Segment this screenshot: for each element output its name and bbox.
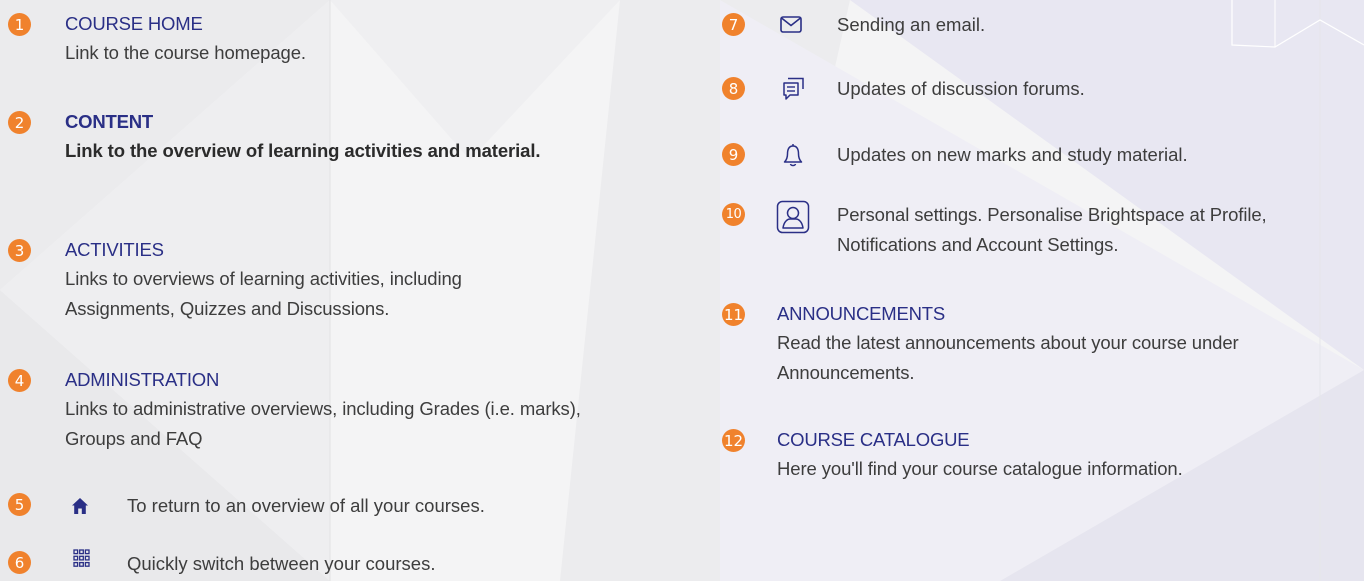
course-home-title[interactable]: COURSE HOME <box>65 10 585 38</box>
bell-icon[interactable] <box>783 142 803 168</box>
profile-icon[interactable] <box>776 200 810 234</box>
badge-11: 11 <box>722 303 745 326</box>
envelope-icon[interactable] <box>780 16 802 33</box>
badge-10: 10 <box>722 203 745 226</box>
announcements-title[interactable]: ANNOUNCEMENTS <box>777 300 1297 328</box>
discussions-desc: Updates of discussion forums. <box>837 78 1085 99</box>
course-switch-desc: Quickly switch between your courses. <box>127 553 436 574</box>
activities-desc: Links to overviews of learning activitie… <box>65 268 462 319</box>
notifications-desc: Updates on new marks and study material. <box>837 144 1188 165</box>
home-desc: To return to an overview of all your cou… <box>127 495 485 516</box>
email-desc: Sending an email. <box>837 14 986 35</box>
course-catalogue-desc: Here you'll find your course catalogue i… <box>777 458 1183 479</box>
chat-icon[interactable] <box>781 77 805 103</box>
administration-title[interactable]: ADMINISTRATION <box>65 366 585 394</box>
announcements-desc: Read the latest announcements about your… <box>777 332 1239 383</box>
badge-7: 7 <box>722 13 745 36</box>
personal-settings-desc: Personal settings. Personalise Brightspa… <box>837 204 1267 255</box>
badge-4: 4 <box>8 369 31 392</box>
badge-3: 3 <box>8 239 31 262</box>
badge-9: 9 <box>722 143 745 166</box>
grid-icon[interactable] <box>73 549 90 574</box>
badge-5: 5 <box>8 493 31 516</box>
content-desc: Link to the overview of learning activit… <box>65 140 541 161</box>
administration-desc: Links to administrative overviews, inclu… <box>65 398 581 449</box>
badge-2: 2 <box>8 111 31 134</box>
badge-8: 8 <box>722 77 745 100</box>
home-icon[interactable] <box>71 497 89 515</box>
badge-6: 6 <box>8 551 31 574</box>
activities-title[interactable]: ACTIVITIES <box>65 236 575 264</box>
badge-1: 1 <box>8 13 31 36</box>
content-title[interactable]: CONTENT <box>65 108 565 136</box>
course-catalogue-title[interactable]: COURSE CATALOGUE <box>777 426 1317 454</box>
course-home-desc: Link to the course homepage. <box>65 42 306 63</box>
badge-12: 12 <box>722 429 745 452</box>
